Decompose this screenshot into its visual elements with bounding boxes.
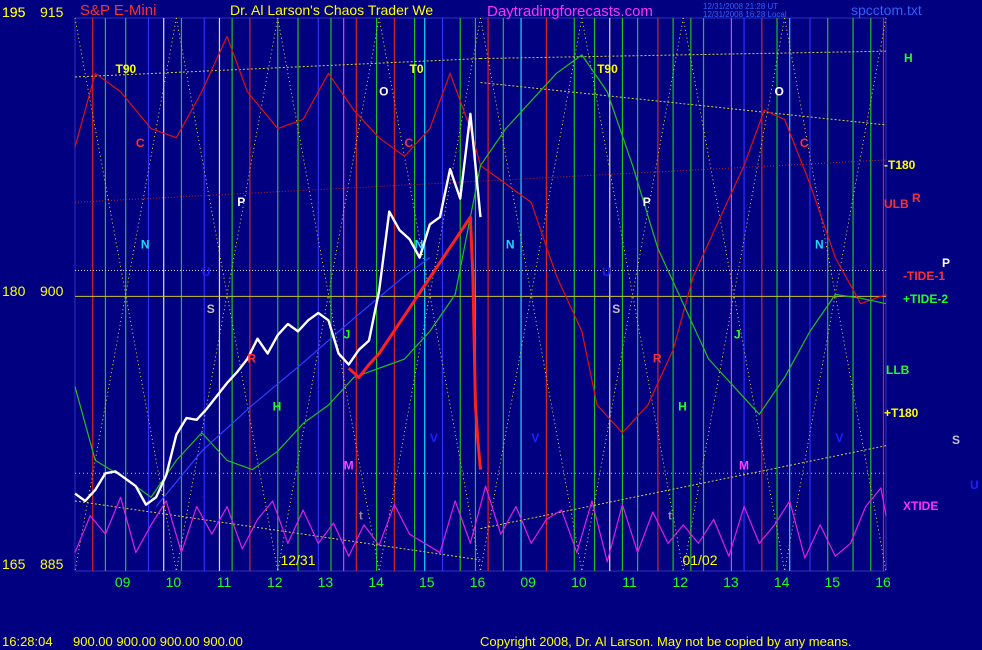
y-price-0: 915 bbox=[40, 4, 64, 20]
x-tick-3: 12 bbox=[267, 574, 283, 590]
site-name: Daytradingforecasts.com bbox=[487, 3, 653, 20]
x-tick-11: 12 bbox=[672, 574, 688, 590]
marker-c: C bbox=[404, 136, 413, 150]
x-tick-0: 09 bbox=[115, 574, 131, 590]
right-label--tide-2: +TIDE-2 bbox=[903, 292, 948, 306]
grid-diag-12 bbox=[378, 17, 431, 572]
footer-time: 16:28:04 bbox=[2, 634, 53, 649]
time-label-0: T90 bbox=[116, 62, 137, 76]
right-label-h: H bbox=[904, 51, 913, 65]
stamp-local: 12/31/2008 16:28 Local bbox=[703, 10, 787, 19]
y-label-2: 165 bbox=[2, 556, 26, 572]
marker-u: U bbox=[202, 265, 211, 279]
grid-diag-29 bbox=[834, 17, 887, 572]
series-llb bbox=[74, 54, 887, 498]
x-date-0: 12/31 bbox=[280, 552, 315, 568]
x-tick-7: 16 bbox=[470, 574, 486, 590]
marker-n: N bbox=[506, 237, 515, 251]
marker-t: t bbox=[668, 508, 672, 522]
marker-n: N bbox=[141, 237, 150, 251]
x-tick-2: 11 bbox=[217, 574, 232, 590]
grid-diag-20 bbox=[581, 17, 633, 572]
marker-h: H bbox=[273, 400, 282, 414]
grid-diag-9 bbox=[328, 17, 380, 572]
right-label-u: U bbox=[970, 478, 979, 492]
right-label-r: R bbox=[912, 191, 921, 205]
x-tick-1: 10 bbox=[166, 574, 182, 590]
guide-line-6 bbox=[480, 82, 887, 126]
marker-v: V bbox=[531, 431, 539, 445]
x-tick-9: 10 bbox=[571, 574, 587, 590]
time-label-1: T0 bbox=[410, 62, 424, 76]
series-xtide bbox=[74, 485, 887, 563]
grid-diag-1 bbox=[125, 17, 177, 572]
marker-h: H bbox=[678, 400, 687, 414]
marker-m: M bbox=[344, 459, 354, 473]
chaos-chart: T90 T0 T90 C N U S P R H J Mt O C N V N V U S P Rt H J M O C N V 195 9… bbox=[2, 2, 979, 649]
marker-o: O bbox=[379, 84, 388, 98]
x-tick-6: 15 bbox=[419, 574, 435, 590]
y-price-1: 900 bbox=[40, 283, 64, 299]
marker-p: P bbox=[237, 195, 245, 209]
footer-ohlc: 900.00 900.00 900.00 900.00 bbox=[73, 634, 243, 649]
x-tick-8: 09 bbox=[520, 574, 536, 590]
right-label--tide-1: -TIDE-1 bbox=[903, 269, 945, 283]
right-label-xtide: XTIDE bbox=[903, 499, 938, 513]
marker-m: M bbox=[739, 459, 749, 473]
guide-line-8 bbox=[480, 445, 887, 530]
x-tick-13: 14 bbox=[774, 574, 790, 590]
chart-symbol: S&P E-Mini bbox=[80, 2, 156, 19]
series-trend bbox=[155, 257, 431, 507]
marker-p: P bbox=[643, 195, 651, 209]
x-tick-10: 11 bbox=[622, 574, 637, 590]
grid-diag-5 bbox=[226, 17, 279, 572]
right-label-s: S bbox=[952, 433, 960, 447]
x-tick-14: 15 bbox=[825, 574, 841, 590]
x-tick-5: 14 bbox=[368, 574, 384, 590]
x-tick-12: 13 bbox=[723, 574, 739, 590]
right-label-p: P bbox=[942, 256, 950, 270]
marker-r: R bbox=[653, 352, 662, 366]
series-ulb bbox=[74, 35, 887, 434]
footer-copyright: Copyright 2008, Dr. Al Larson. May not b… bbox=[480, 634, 851, 649]
y-price-2: 885 bbox=[40, 556, 64, 572]
marker-v: V bbox=[430, 431, 438, 445]
marker-s: S bbox=[612, 302, 620, 316]
marker-r: R bbox=[247, 352, 256, 366]
marker-u: U bbox=[602, 265, 611, 279]
x-tick-4: 13 bbox=[318, 574, 334, 590]
marker-j: J bbox=[734, 328, 741, 342]
marker-n: N bbox=[815, 237, 824, 251]
grid-diag-8 bbox=[277, 17, 329, 572]
chart-title: Dr. Al Larson's Chaos Trader We bbox=[230, 2, 433, 18]
marker-s: S bbox=[207, 302, 215, 316]
right-label--t180: +T180 bbox=[884, 406, 919, 420]
right-label--t180: -T180 bbox=[884, 158, 916, 172]
y-label-1: 180 bbox=[2, 283, 26, 299]
x-tick-15: 16 bbox=[875, 574, 891, 590]
right-label-llb: LLB bbox=[886, 363, 910, 377]
guide-line-5 bbox=[480, 50, 887, 60]
marker-v: V bbox=[835, 431, 843, 445]
marker-o: O bbox=[774, 84, 783, 98]
marker-t: t bbox=[359, 508, 363, 522]
chart-filename: spcctom.txt bbox=[851, 2, 922, 18]
grid-diag-0 bbox=[74, 17, 127, 572]
marker-n: N bbox=[415, 237, 424, 251]
time-label-2: T90 bbox=[597, 62, 618, 76]
marker-j: J bbox=[344, 328, 351, 342]
header-left-label: 195 bbox=[2, 4, 26, 20]
x-date-1: 01/02 bbox=[682, 552, 717, 568]
right-label-ulb: ULB bbox=[884, 197, 909, 211]
marker-c: C bbox=[136, 136, 145, 150]
marker-c: C bbox=[800, 136, 809, 150]
